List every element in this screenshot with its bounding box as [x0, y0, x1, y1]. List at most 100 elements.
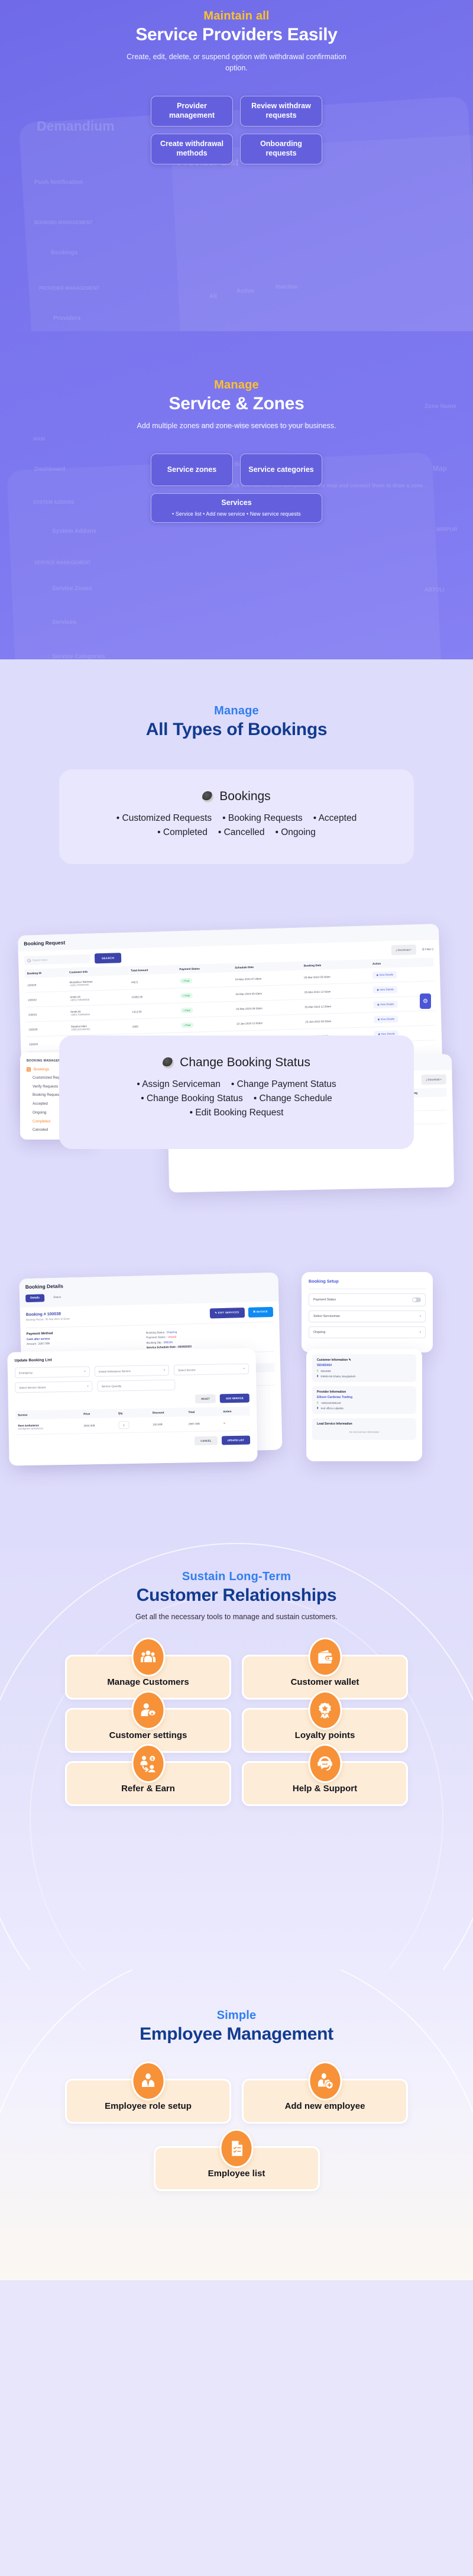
tile-service-zones[interactable]: Service zones: [151, 454, 233, 487]
customer-phone: 5654656: [320, 1369, 331, 1373]
bookings-eyebrow: Manage: [214, 704, 259, 717]
tile-review-withdraw-requests[interactable]: Review withdraw requests: [240, 95, 322, 127]
settings-gear-tab[interactable]: ⚙: [420, 993, 431, 1009]
edit-pencil-icon[interactable]: ✎: [349, 1358, 351, 1362]
employee-eyebrow: Simple: [216, 2009, 257, 2022]
serviceman-select[interactable]: Select Serviceman ▾: [309, 1310, 426, 1322]
booking-request-search-button[interactable]: SEARCH: [94, 953, 122, 964]
cell-booking-id: 100031: [25, 1006, 69, 1022]
view-details-label: View Details: [380, 988, 394, 991]
service-select[interactable]: Select Service ▾: [174, 1363, 250, 1376]
cell-booked: 05-Mar-2023 12:43am: [302, 982, 371, 1000]
cell-booking-id: 100029: [24, 976, 68, 993]
booking-otp-label: Booking Otp :: [146, 1341, 163, 1344]
ghost-service-management: SERVICE MANAGEMENT: [34, 560, 91, 565]
booking-request-search-input[interactable]: Search here: [24, 954, 91, 965]
users-group-icon: [131, 1637, 165, 1677]
cell-customer: Mostafizur Rahman +8801700000040: [67, 975, 129, 992]
ghost-map-label: Map: [433, 464, 447, 473]
section-customer-relationships: Sustain Long-Term Customer Relationships…: [0, 1529, 473, 1970]
tile-onboarding-requests[interactable]: Onboarding requests: [240, 133, 322, 164]
customized-download-button[interactable]: ⤓ Download ▾: [421, 1074, 446, 1085]
wallet-icon: [308, 1637, 342, 1677]
bookings-title: All Types of Bookings: [145, 720, 328, 739]
view-details-button[interactable]: ◉ View Details: [372, 971, 397, 979]
ghost-providers: Providers: [53, 315, 81, 322]
employee-card-grid-second: Employee list: [65, 2129, 408, 2191]
card-refer-and-earn[interactable]: $ Refer & Earn: [65, 1744, 231, 1807]
invoice-button[interactable]: 🖹 INVOICE: [248, 1306, 274, 1318]
ghost-abtoli: ABTOLI: [425, 587, 445, 593]
bullet-dot-icon: [163, 1057, 174, 1069]
checklist-document-icon: [219, 2129, 254, 2168]
update-booking-list-title: Update Booking List: [14, 1358, 52, 1363]
bullet-change-schedule: Change Schedule: [254, 1093, 332, 1104]
provider-address: Sed officia culpattta: [320, 1406, 344, 1410]
chevron-down-icon: ▾: [243, 1367, 245, 1370]
tile-service-categories[interactable]: Service categories: [240, 454, 322, 487]
employee-hero: Simple Employee Management: [0, 1999, 473, 2044]
change-status-panel-heading: Change Booking Status: [73, 1056, 400, 1070]
card-add-new-employee[interactable]: Add new employee: [242, 2062, 408, 2124]
reset-button[interactable]: RESET: [195, 1394, 216, 1404]
cell-price: 3000.00$: [81, 1418, 116, 1434]
cell-customer: Shariful Islam+8801632466063: [68, 1019, 131, 1036]
bullet-customized-requests: Customized Requests: [116, 813, 212, 824]
category-select[interactable]: Emergency ▾: [14, 1366, 90, 1378]
tile-label: Create withdrawal methods: [160, 140, 223, 157]
customer-address-row: ▮ R9W8+85 Dhaka, Bangladesh: [317, 1374, 412, 1378]
filter-label: Filter: [425, 947, 432, 951]
download-button[interactable]: ⤓ Download ▾: [391, 944, 417, 956]
filter-button[interactable]: ☰ Filter 0: [422, 947, 433, 952]
provider-name: Ellison Cardenas Trading: [317, 1396, 353, 1399]
delete-icon[interactable]: ✕: [223, 1422, 226, 1425]
edit-services-button[interactable]: ✎ EDIT SERVICES: [209, 1308, 245, 1319]
tile-label: Services: [221, 499, 252, 507]
service-variant-select[interactable]: Select Service Variant ▾: [15, 1381, 93, 1393]
payment-status-toggle-row[interactable]: Payment Status: [309, 1293, 426, 1306]
service-quantity-input[interactable]: Service Quantity: [97, 1379, 176, 1392]
payment-status-label: Payment Status: [313, 1298, 336, 1302]
bullet-cancelled: Cancelled: [218, 827, 265, 838]
ghost-filter-all: All: [209, 293, 217, 300]
update-list-button[interactable]: UPDATE LIST: [221, 1435, 251, 1445]
bullet-accepted: Accepted: [313, 813, 357, 824]
zones-subtitle: Add multiple zones and zone-wise service…: [137, 422, 336, 430]
cell-action: ✕: [221, 1415, 250, 1431]
payment-status-value: Unpaid: [167, 1335, 177, 1339]
section-service-zones: MAIN Dashboard SYSTEM ADDONS System Addo…: [0, 331, 473, 659]
view-details-button[interactable]: ◉ View Details: [373, 986, 397, 994]
add-service-button[interactable]: ADD SERVICE: [219, 1393, 250, 1403]
cell-schedule: 22-Jan-2023 12:00am: [234, 1014, 303, 1031]
sidebar-item-label: Completed: [33, 1119, 50, 1124]
view-details-button[interactable]: ◉ View Details: [374, 1015, 399, 1024]
customer-phone-row: ▯ 5654656: [317, 1369, 412, 1373]
card-label: Refer & Earn: [121, 1784, 175, 1794]
variant-value: Select Service Variant: [19, 1386, 46, 1389]
card-help-and-support[interactable]: Help & Support: [242, 1744, 408, 1807]
cell-amount: 445.5: [128, 973, 178, 990]
bullet-change-payment-status: Change Payment Status: [231, 1079, 336, 1090]
cell-booked: 23-Jan-2023 08:30am: [302, 1012, 372, 1030]
sidebar-item-label: Booking Requests: [33, 1093, 63, 1098]
filter-count: 0: [432, 947, 433, 950]
subcategory-select[interactable]: Instant Ambulance Service ▾: [94, 1364, 170, 1377]
card-employee-list[interactable]: Employee list: [153, 2129, 320, 2191]
cancel-button[interactable]: CANCEL: [195, 1436, 218, 1446]
tile-provider-management[interactable]: Provider management: [151, 95, 233, 127]
tab-details[interactable]: Details: [25, 1294, 45, 1303]
status-select[interactable]: Ongoing ▾: [309, 1326, 426, 1338]
cell-qty: 1: [116, 1417, 151, 1433]
tab-status[interactable]: Status: [48, 1293, 66, 1302]
section-service-providers: Demandium Provider List Push Notificatio…: [0, 0, 473, 331]
card-employee-role-setup[interactable]: Employee role setup: [65, 2062, 231, 2124]
view-details-button[interactable]: ◉ View Details: [373, 1001, 398, 1009]
tile-services[interactable]: Services • Service list • Add new servic…: [151, 493, 322, 523]
payment-status-toggle[interactable]: [412, 1297, 421, 1302]
card-label: Employee list: [208, 2169, 265, 2179]
customers-card-grid: Manage Customers Customer wallet Custome…: [65, 1637, 408, 1807]
customer-address: R9W8+85 Dhaka, Bangladesh: [320, 1374, 356, 1378]
qty-stepper[interactable]: 1: [118, 1421, 129, 1429]
tile-create-withdrawal-methods[interactable]: Create withdrawal methods: [151, 133, 233, 164]
zones-title: Service & Zones: [169, 394, 304, 413]
